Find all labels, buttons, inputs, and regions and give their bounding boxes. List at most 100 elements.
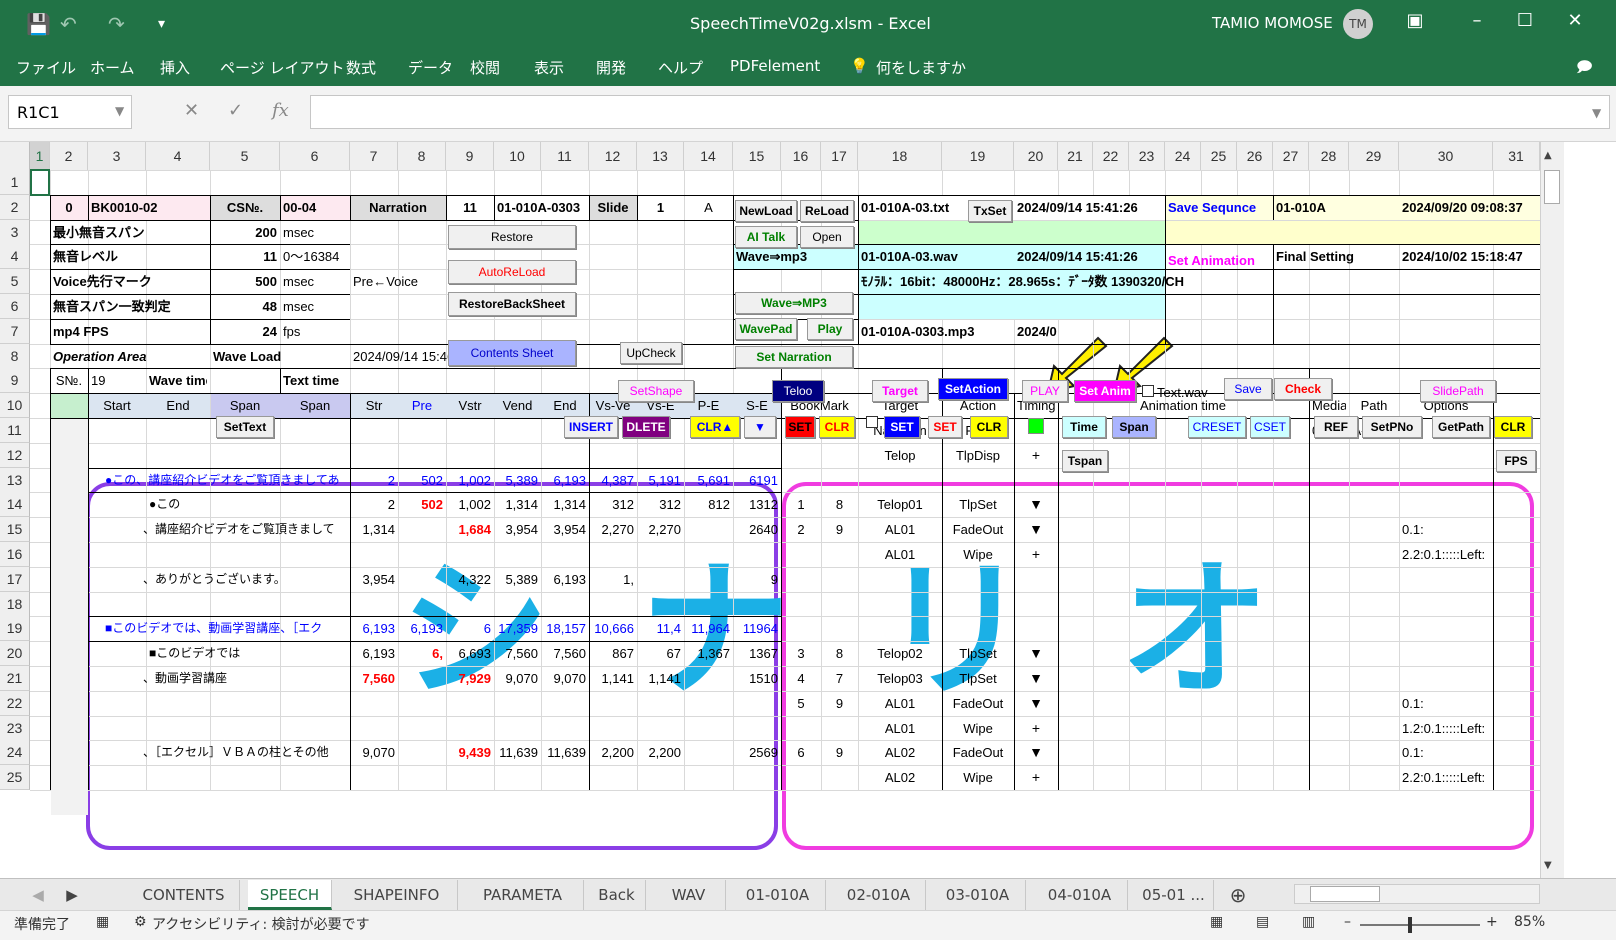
creset-button[interactable]: CRESET [1188,416,1246,438]
tab-pdfelement[interactable]: PDFelement [730,57,820,75]
newload-button[interactable]: NewLoad [735,200,797,222]
row-header[interactable]: 15 [0,517,30,542]
scroll-down-icon[interactable]: ▼ [1544,860,1552,871]
sheet-tab[interactable]: 02-010A [832,880,926,910]
set-target-button[interactable]: SET [884,416,920,438]
sheet-tab[interactable]: CONTENTS [128,880,240,910]
save-button[interactable]: Save [1224,378,1272,400]
sheet-tab[interactable]: 01-010A [730,880,826,910]
play-button[interactable]: Play [807,318,853,340]
txset-button[interactable]: TxSet [968,200,1012,222]
vertical-scrollbar[interactable] [1540,142,1564,878]
tell-me-search[interactable]: 何をしますか [876,57,966,78]
column-header[interactable]: 18 [858,142,942,170]
column-header[interactable]: 25 [1201,142,1237,170]
macro-icon[interactable]: ▦ [96,914,109,930]
row-header[interactable]: 3 [0,220,30,245]
column-header[interactable]: 27 [1273,142,1309,170]
column-header[interactable]: 24 [1165,142,1201,170]
column-header[interactable]: 22 [1093,142,1129,170]
clr-action-button[interactable]: CLR [970,416,1008,438]
reload-button[interactable]: ReLoad [800,200,854,222]
column-header[interactable]: 8 [398,142,446,170]
zoom-in-icon[interactable]: + [1486,914,1498,930]
column-header[interactable]: 14 [684,142,733,170]
column-header[interactable]: 11 [541,142,589,170]
row-header[interactable]: 25 [0,765,30,790]
row-header[interactable]: 23 [0,716,30,741]
formula-input[interactable] [310,95,1610,129]
clr-bookmark-button[interactable]: CLR [819,416,855,438]
comment-icon[interactable]: 🗩 [1576,57,1593,82]
row-header[interactable]: 8 [0,344,30,369]
expand-formula-icon[interactable]: ▼ [1592,106,1601,120]
sheet-tab[interactable]: Back [588,880,646,910]
minimize-icon[interactable]: – [1462,10,1492,31]
column-header[interactable]: 23 [1129,142,1165,170]
setshape-button[interactable]: SetShape [618,380,694,402]
row-header[interactable]: 21 [0,666,30,691]
avatar[interactable]: TM [1343,9,1373,39]
sheet-tab[interactable]: 05-01 ... [1134,880,1214,910]
tab-data[interactable]: データ [408,57,453,78]
textwav-checkbox[interactable] [1142,385,1154,397]
sheet-tab[interactable]: 03-010A [930,880,1026,910]
wave-mp3-button[interactable]: Wave⇒MP3 [735,292,853,314]
redo-icon[interactable]: ↷ [108,12,125,36]
row-header[interactable]: 9 [0,368,30,393]
accessibility-icon[interactable]: ⚙ [134,914,147,930]
tab-help[interactable]: ヘルプ [658,57,703,78]
row-header[interactable]: 4 [0,244,30,269]
ref-button[interactable]: REF [1314,416,1358,438]
accessibility-status[interactable]: アクセシビリティ: 検討が必要です [152,914,370,934]
column-header[interactable]: 16 [781,142,821,170]
chevron-down-icon[interactable]: ▼ [115,104,124,118]
down-button[interactable]: ▼ [744,416,776,438]
row-header[interactable]: 6 [0,294,30,319]
hscroll-thumb[interactable] [1310,886,1380,902]
sheet-tab[interactable]: 04-010A [1032,880,1128,910]
ai-talk-button[interactable]: AI Talk [735,226,797,248]
row-header[interactable]: 10 [0,393,30,418]
row-header[interactable]: 12 [0,443,30,468]
autoreload-button[interactable]: AutoReLoad [448,260,576,284]
setpno-button[interactable]: SetPNo [1362,416,1422,438]
page-layout-icon[interactable]: ▤ [1256,914,1269,930]
restore-back-sheet-button[interactable]: RestoreBackSheet [448,292,576,316]
set-anim-button[interactable]: Set Anim [1074,380,1136,402]
open-button[interactable]: Open [800,226,854,248]
target-button[interactable]: Target [872,380,928,402]
contents-sheet-button[interactable]: Contents Sheet [448,340,576,366]
column-header[interactable]: 3 [88,142,146,170]
column-header[interactable]: 21 [1058,142,1093,170]
row-header[interactable]: 14 [0,492,30,517]
tab-file[interactable]: ファイル [16,57,76,78]
normal-view-icon[interactable]: ▦ [1210,914,1223,930]
set-bookmark-button[interactable]: SET [785,416,815,438]
row-header[interactable]: 5 [0,269,30,294]
save-icon[interactable]: 💾 [26,12,51,36]
column-header[interactable]: 13 [637,142,684,170]
cancel-entry-icon[interactable]: ✕ [184,100,199,121]
column-header[interactable]: 10 [494,142,541,170]
column-header[interactable]: 28 [1309,142,1349,170]
row-header[interactable]: 22 [0,691,30,716]
settext-button[interactable]: SetText [216,416,274,438]
maximize-icon[interactable]: ☐ [1510,10,1540,31]
tab-insert[interactable]: 挿入 [160,57,190,78]
row-header[interactable]: 17 [0,567,30,592]
play-anim-button[interactable]: PLAY [1022,380,1068,402]
column-header[interactable]: 12 [589,142,637,170]
sheet-tab[interactable]: SHAPEINFO [336,880,458,910]
timing-indicator[interactable] [1028,418,1044,434]
setaction-button[interactable]: SetAction [938,378,1008,400]
slidepath-button[interactable]: SlidePath [1420,380,1496,402]
column-header[interactable]: 5 [210,142,280,170]
column-header[interactable]: 15 [733,142,781,170]
scroll-up-icon[interactable]: ▲ [1544,150,1552,161]
zoom-out-icon[interactable]: – [1344,914,1351,930]
column-header[interactable]: 26 [1237,142,1273,170]
check-button[interactable]: Check [1274,378,1332,400]
name-box[interactable]: R1C1 [8,95,132,129]
time-button[interactable]: Time [1062,416,1106,438]
